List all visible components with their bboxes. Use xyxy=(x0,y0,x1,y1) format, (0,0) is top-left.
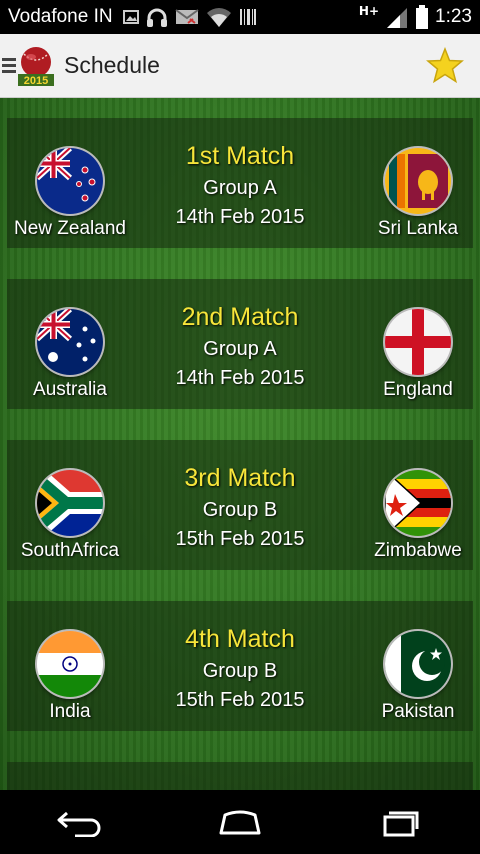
team-name: New Zealand xyxy=(14,218,126,239)
action-bar: 2015 Schedule xyxy=(0,34,480,98)
battery-icon xyxy=(416,5,429,29)
home-icon[interactable] xyxy=(215,807,265,837)
match-date: 14th Feb 2015 xyxy=(175,367,305,389)
logo-year: 2015 xyxy=(24,75,48,87)
team-name: Australia xyxy=(33,379,107,400)
team-right[interactable]: Pakistan xyxy=(353,601,480,731)
match-title: 1st Match xyxy=(185,142,295,170)
team-left[interactable]: India xyxy=(5,601,135,731)
match-title: 2nd Match xyxy=(181,303,299,331)
match-title: 3rd Match xyxy=(184,464,296,492)
sri-lanka-flag-icon xyxy=(385,148,451,214)
page-title: Schedule xyxy=(64,52,160,78)
team-name: Pakistan xyxy=(381,701,455,722)
match-group: Group A xyxy=(203,338,277,360)
pakistan-flag-icon xyxy=(385,631,451,697)
signal-icon xyxy=(387,8,408,28)
app-logo[interactable]: 2015 xyxy=(16,44,56,88)
australia-flag-icon xyxy=(37,309,103,375)
team-right[interactable]: Zimbabwe xyxy=(353,440,480,570)
match-group: Group B xyxy=(202,499,278,521)
match-info: 2nd Match Group A 14th Feb 2015 xyxy=(127,303,353,390)
carrier-name: Vodafone IN xyxy=(8,6,113,27)
schedule-list[interactable]: New Zealand 1st Match Group A 14th Feb 2… xyxy=(0,98,480,790)
match-title: 4th Match xyxy=(185,625,295,653)
status-bar: Vodafone IN H+ 1:23 xyxy=(0,0,480,34)
team-right[interactable]: Sri Lanka xyxy=(353,118,480,248)
favorite-star-button[interactable] xyxy=(426,46,464,85)
match-info: 4th Match Group B 15th Feb 2015 xyxy=(127,625,353,712)
match-card[interactable]: Australia 2nd Match Group A 14th Feb 201… xyxy=(7,279,473,409)
team-left[interactable]: Australia xyxy=(5,279,135,409)
team-name: SouthAfrica xyxy=(20,540,120,561)
match-card[interactable]: India 4th Match Group B 15th Feb 2015 Pa… xyxy=(7,601,473,731)
team-name: England xyxy=(383,379,453,400)
team-left[interactable]: New Zealand xyxy=(5,118,135,248)
match-date: 14th Feb 2015 xyxy=(175,206,305,228)
clock: 1:23 xyxy=(435,6,472,27)
navigation-bar xyxy=(0,790,480,854)
mail-icon xyxy=(175,9,199,24)
network-type: H+ xyxy=(358,4,380,18)
recents-icon[interactable] xyxy=(375,807,425,837)
team-name: India xyxy=(49,701,91,722)
image-icon xyxy=(122,10,139,24)
match-card[interactable]: SouthAfrica 3rd Match Group B 15th Feb 2… xyxy=(7,440,473,570)
match-info: 3rd Match Group B 15th Feb 2015 xyxy=(127,464,353,551)
new-zealand-flag-icon xyxy=(37,148,103,214)
drawer-menu-icon[interactable] xyxy=(2,58,16,73)
match-info: 1st Match Group A 14th Feb 2015 xyxy=(127,142,353,229)
team-name: Zimbabwe xyxy=(374,540,462,561)
match-group: Group B xyxy=(202,660,278,682)
match-date: 15th Feb 2015 xyxy=(175,528,305,550)
team-name: Sri Lanka xyxy=(377,218,459,239)
south-africa-flag-icon xyxy=(37,470,103,536)
match-date: 15th Feb 2015 xyxy=(175,689,305,711)
wifi-icon xyxy=(206,8,231,27)
india-flag-icon xyxy=(37,631,103,697)
team-left[interactable]: SouthAfrica xyxy=(5,440,135,570)
team-right[interactable]: England xyxy=(353,279,480,409)
star-icon xyxy=(426,46,464,83)
barcode-icon xyxy=(239,9,256,25)
match-group: Group A xyxy=(203,177,277,199)
zimbabwe-flag-icon xyxy=(385,470,451,536)
headphones-icon xyxy=(146,8,167,27)
back-icon[interactable] xyxy=(55,807,105,837)
match-card[interactable]: New Zealand 1st Match Group A 14th Feb 2… xyxy=(7,118,473,248)
match-card-partial[interactable] xyxy=(7,762,473,790)
england-flag-icon xyxy=(385,309,451,375)
